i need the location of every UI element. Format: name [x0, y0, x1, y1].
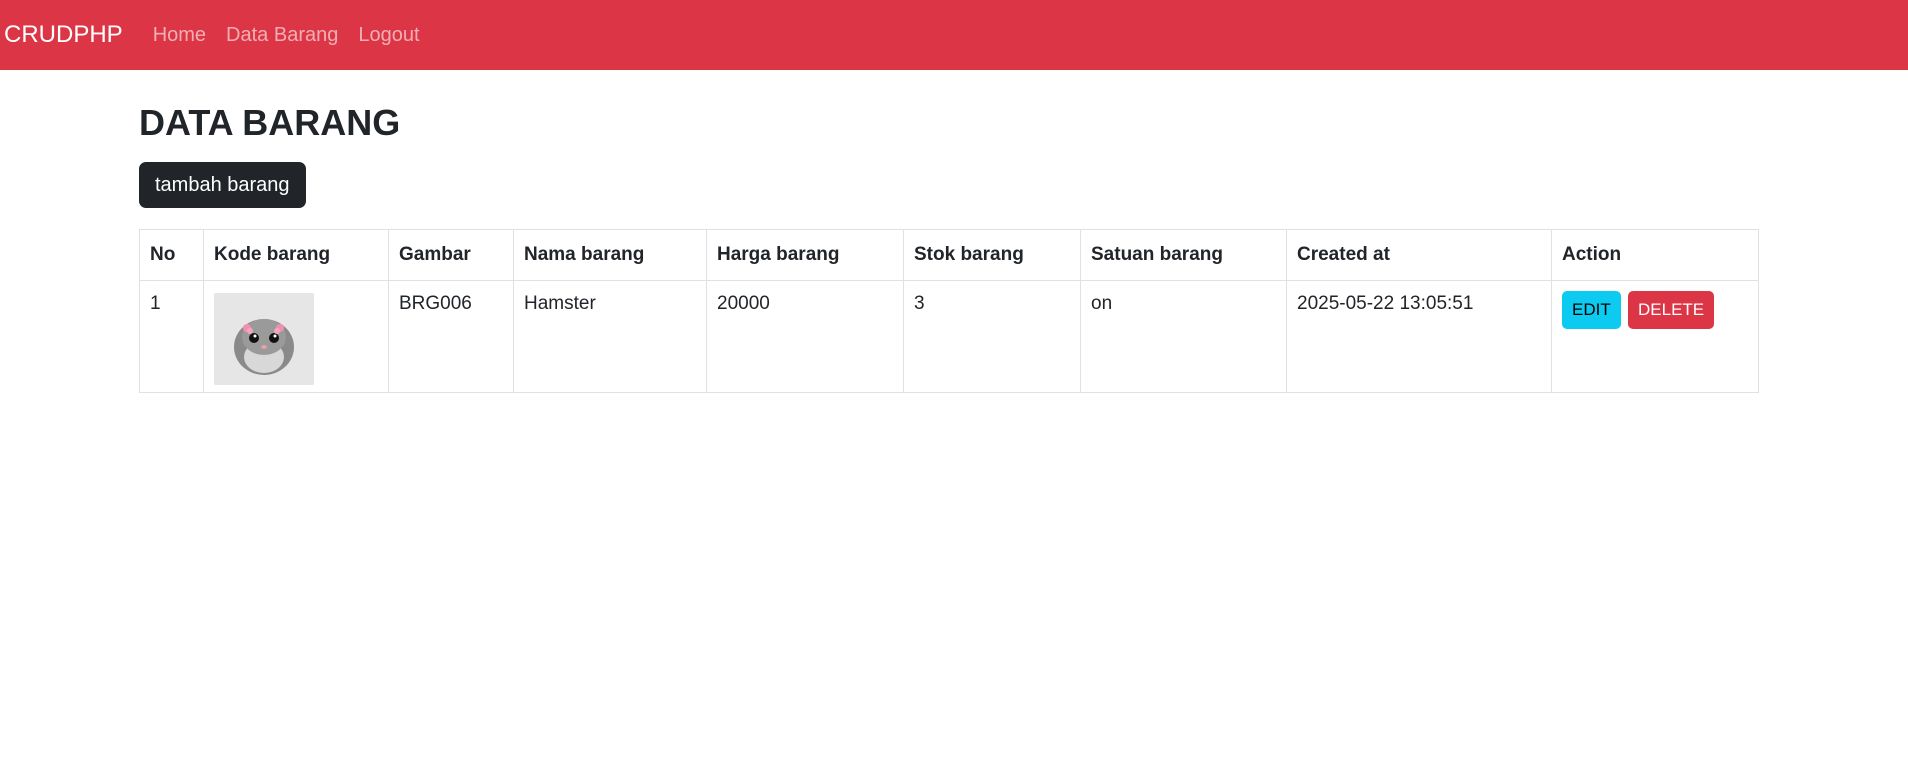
data-table: No Kode barang Gambar Nama barang Harga … [139, 229, 1759, 394]
header-gambar: Gambar [388, 229, 514, 282]
hamster-photo-icon [214, 293, 314, 386]
cell-created-at: 2025-05-22 13:05:51 [1286, 280, 1552, 394]
nav-link-home[interactable]: Home [153, 24, 206, 47]
navbar: CRUDPHP Home Data Barang Logout [0, 0, 1908, 70]
header-kode-barang: Kode barang [203, 229, 389, 282]
cell-nama: Hamster [513, 280, 707, 394]
add-item-button[interactable]: tambah barang [139, 162, 306, 209]
table-header-row: No Kode barang Gambar Nama barang Harga … [139, 229, 1759, 282]
cell-harga: 20000 [706, 280, 904, 394]
header-satuan-barang: Satuan barang [1080, 229, 1287, 282]
cell-satuan: on [1080, 280, 1287, 394]
header-nama-barang: Nama barang [513, 229, 707, 282]
cell-image [203, 280, 389, 394]
nav-link-logout[interactable]: Logout [358, 24, 419, 47]
cell-action: EDIT DELETE [1551, 280, 1759, 394]
header-harga-barang: Harga barang [706, 229, 904, 282]
nav-link-data-barang[interactable]: Data Barang [226, 24, 338, 47]
table-row: 1 BRG006 Hamster 20000 3 on 2025-05-22 1… [139, 280, 1759, 394]
edit-button[interactable]: EDIT [1562, 291, 1621, 330]
cell-kode: BRG006 [388, 280, 514, 394]
main-content: DATA BARANG tambah barang No Kode barang… [139, 70, 1759, 394]
header-created-at: Created at [1286, 229, 1552, 282]
header-no: No [139, 229, 204, 282]
header-stok-barang: Stok barang [903, 229, 1081, 282]
delete-button[interactable]: DELETE [1628, 291, 1715, 330]
header-action: Action [1551, 229, 1759, 282]
cell-no: 1 [139, 280, 204, 394]
navbar-brand[interactable]: CRUDPHP [4, 21, 123, 49]
page-title: DATA BARANG [139, 102, 401, 143]
cell-stok: 3 [903, 280, 1081, 394]
